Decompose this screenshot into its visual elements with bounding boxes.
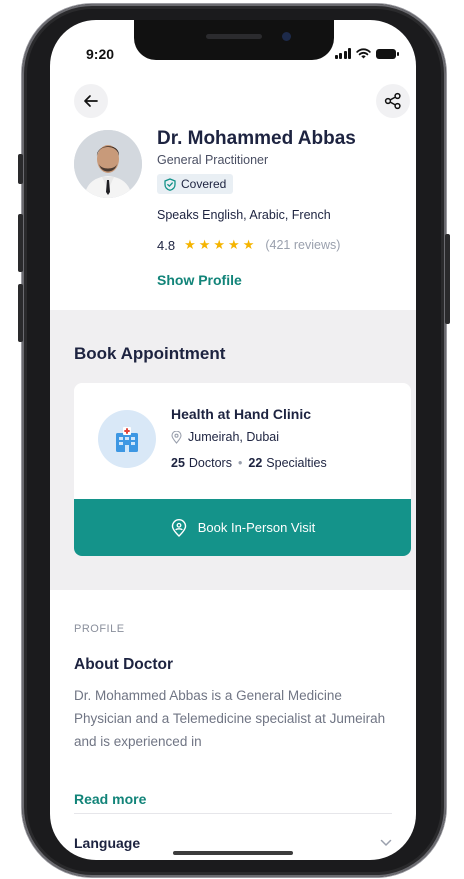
camera [282, 32, 291, 41]
rating-score: 4.8 [157, 237, 176, 253]
clinic-card[interactable]: Health at Hand Clinic Jumeirah, Dubai 25… [74, 383, 411, 556]
clinic-name: Health at Hand Clinic [171, 406, 312, 422]
doctors-count: 25 [171, 456, 185, 470]
book-appointment-title: Book Appointment [74, 344, 226, 363]
profile-section-label: PROFILE [74, 623, 125, 635]
back-arrow-icon [84, 95, 98, 107]
status-time: 9:20 [86, 46, 115, 62]
doctor-specialty: General Practitioner [157, 153, 269, 167]
separator-dot: • [237, 456, 243, 470]
doctors-label: Doctors [188, 456, 232, 470]
show-profile-link[interactable]: Show Profile [157, 272, 242, 288]
share-button[interactable] [376, 84, 410, 118]
book-in-person-label: Book In-Person Visit [197, 520, 316, 535]
read-more-link[interactable]: Read more [74, 791, 146, 807]
doctor-avatar [74, 130, 142, 198]
covered-badge-label: Covered [181, 177, 227, 191]
back-button[interactable] [74, 84, 108, 118]
speaker [206, 34, 262, 39]
reviews-count[interactable]: (421 reviews) [265, 238, 340, 252]
signal-icon [334, 48, 351, 59]
about-doctor-title: About Doctor [74, 656, 174, 673]
language-label: Language [74, 835, 141, 851]
chevron-down-icon [380, 839, 392, 846]
book-in-person-button[interactable]: Book In-Person Visit [74, 499, 411, 556]
covered-badge: Covered [157, 174, 234, 194]
home-indicator[interactable] [173, 851, 293, 855]
notch [134, 20, 334, 60]
clinic-stats: 25 Doctors • 22 Specialties [171, 456, 327, 470]
phone-volume-down [18, 284, 23, 342]
battery-icon [376, 48, 399, 59]
phone-volume-up [18, 214, 23, 272]
location-pin-icon [171, 518, 186, 537]
specialties-count: 22 [248, 456, 263, 470]
location-pin-icon [171, 430, 182, 444]
specialties-label: Specialties [266, 456, 327, 470]
divider [74, 813, 392, 814]
clinic-location-label: Jumeirah, Dubai [188, 430, 280, 444]
doctor-name: Dr. Mohammed Abbas [157, 128, 356, 149]
phone-power-button [445, 234, 450, 324]
status-icons [334, 48, 399, 59]
share-icon [384, 92, 401, 110]
about-doctor-text: Dr. Mohammed Abbas is a General Medicine… [74, 688, 386, 749]
app-screen: 9:20 Dr. Mohammed Abbas General Practiti… [50, 20, 416, 860]
phone-mute-switch [18, 154, 23, 184]
star-icon: ★★★★★ [184, 237, 258, 252]
hospital-icon [98, 410, 156, 468]
language-row[interactable]: Language [74, 835, 392, 851]
shield-check-icon [164, 177, 176, 191]
doctor-languages: Speaks English, Arabic, French [157, 208, 331, 222]
rating-row: 4.8 ★★★★★ (421 reviews) [157, 237, 340, 253]
wifi-icon [356, 48, 371, 59]
clinic-location: Jumeirah, Dubai [171, 430, 279, 444]
